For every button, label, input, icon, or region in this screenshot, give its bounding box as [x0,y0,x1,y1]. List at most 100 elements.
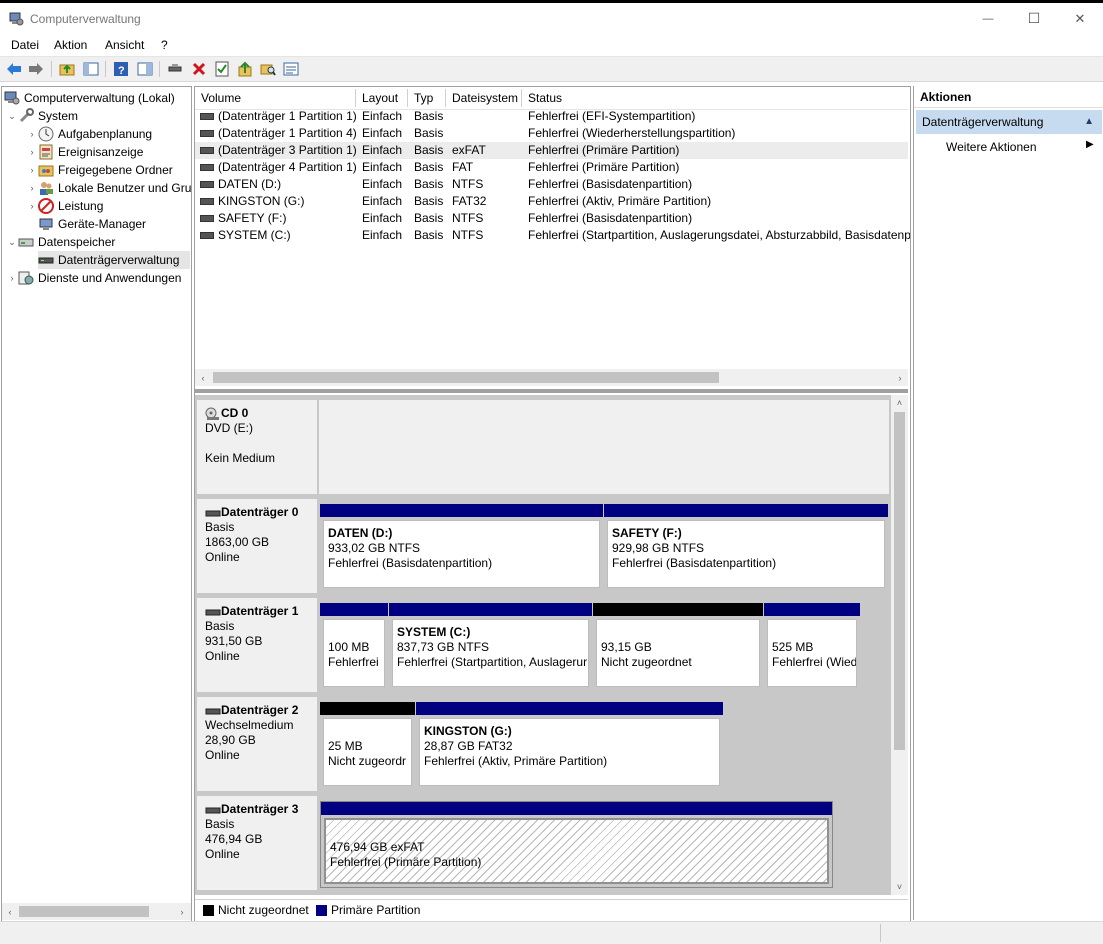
table-row[interactable]: SAFETY (F:) Einfach Basis NTFS Fehlerfrei (B… [195,210,908,227]
col-layout[interactable]: Layout [356,89,408,107]
disk-label-cd0[interactable]: CD 0 DVD (E:) Kein Medium [197,400,317,494]
table-row[interactable]: KINGSTON (G:) Einfach Basis FAT32 Fehlerfrei… [195,193,908,210]
chevron-right-icon[interactable]: › [6,273,18,283]
disk-label-0[interactable]: Datenträger 0 Basis 1863,00 GB Online [197,499,317,593]
partition-efi[interactable]: 100 MB Fehlerfrei [320,603,388,690]
search-folder-icon[interactable] [259,60,277,78]
menu-help[interactable]: ? [161,38,168,52]
table-row[interactable]: SYSTEM (C:) Einfach Basis NTFS Fehlerfrei (S… [195,227,910,244]
menu-ansicht[interactable]: Ansicht [105,38,144,52]
col-status[interactable]: Status [522,89,908,107]
forward-arrow-icon[interactable] [27,60,45,78]
cell-text: NTFS [452,177,484,191]
scroll-thumb[interactable] [213,372,719,383]
tree-item-services[interactable]: › Dienste und Anwendungen [6,269,182,287]
menu-datei[interactable]: Datei [11,38,39,52]
cell-text: SYSTEM (C:) [218,228,291,242]
tree-item-local-users[interactable]: › Lokale Benutzer und Gruppen [26,179,191,197]
cell-text: NTFS [452,211,484,225]
chevron-down-icon[interactable]: ⌄ [6,237,18,248]
maximize-button[interactable]: ☐ [1011,3,1057,34]
scroll-down-icon[interactable]: ˅ [891,879,908,895]
properties-pane-icon[interactable] [136,60,154,78]
col-volume[interactable]: Volume [195,89,356,107]
chevron-right-icon[interactable]: › [26,201,38,211]
partition-recovery[interactable]: 525 MB Fehlerfrei (Wied [764,603,860,690]
tree-item-task-scheduler[interactable]: › Aufgabenplanung [26,125,152,143]
cell-text: Basis [414,109,444,123]
partition-exfat[interactable]: 476,94 GB exFAT Fehlerfrei (Primäre Parti… [320,801,833,888]
submenu-arrow-icon[interactable]: ▶ [1086,139,1094,150]
scroll-thumb[interactable] [19,906,149,917]
splitter[interactable] [195,389,908,393]
show-hide-tree-icon[interactable] [82,60,100,78]
disk-label-3[interactable]: Datenträger 3 Basis 476,94 GB Online [197,796,317,890]
scroll-up-icon[interactable]: ˄ [891,395,908,411]
scroll-left-icon[interactable]: ‹ [2,903,18,920]
connect-drive-icon[interactable] [166,60,184,78]
disk-body-cd0[interactable] [319,400,889,494]
table-row[interactable]: DATEN (D:) Einfach Basis NTFS Fehlerfrei (Ba… [195,176,908,193]
partition-system[interactable]: SYSTEM (C:) 837,73 GB NTFS Fehlerfrei (Sta… [389,603,592,690]
table-row[interactable]: (Datenträger 1 Partition 1) Einfach Basis F… [195,108,908,125]
partition-unallocated-1[interactable]: 93,15 GB Nicht zugeordnet [593,603,763,690]
scroll-right-icon[interactable]: › [174,903,190,920]
tree-item-storage[interactable]: ⌄ Datenspeicher [6,233,115,251]
back-arrow-icon[interactable] [5,60,23,78]
partition-unallocated-2[interactable]: 25 MB Nicht zugeordr [320,702,415,789]
col-type[interactable]: Typ [408,89,446,107]
partition-safety[interactable]: SAFETY (F:) 929,98 GB NTFS Fehlerfrei (Bas… [604,504,888,591]
up-folder-icon[interactable] [58,60,76,78]
chevron-down-icon[interactable]: ⌄ [6,111,18,122]
col-filesystem[interactable]: Dateisystem [446,89,522,107]
partition-status: Fehlerfrei (Aktiv, Primäre Partition) [424,754,608,768]
chevron-right-icon[interactable]: › [26,183,38,193]
cell-text: Basis [414,177,444,191]
tree-item-root[interactable]: Computerverwaltung (Lokal) [4,89,175,107]
scroll-right-icon[interactable]: › [892,369,908,386]
disk-drive-icon [205,708,221,714]
partition-kingston[interactable]: KINGSTON (G:) 28,87 GB FAT32 Fehlerfrei (A… [416,702,723,789]
tree-label-services: Dienste und Anwendungen [38,271,182,285]
collapse-up-icon[interactable]: ▲ [1084,110,1094,134]
tree-item-device-manager[interactable]: Geräte-Manager [38,215,146,233]
actions-section-disk-management[interactable]: Datenträgerverwaltung ▲ [916,110,1102,134]
users-icon [40,182,53,195]
disk-vertical-scrollbar[interactable]: ˄ ˅ [891,395,908,895]
tree-horizontal-scrollbar[interactable]: ‹ › [2,903,191,920]
menu-aktion[interactable]: Aktion [54,38,87,52]
tree-item-shared-folders[interactable]: › Freigegebene Ordner [26,161,173,179]
help-icon[interactable]: ? [112,60,130,78]
cell-text: Basis [414,126,444,140]
close-button[interactable]: ✕ [1057,3,1103,34]
table-row[interactable]: (Datenträger 4 Partition 1) Einfach Basis F… [195,159,908,176]
tree-item-system[interactable]: ⌄ System [6,107,78,125]
scroll-left-icon[interactable]: ‹ [195,369,211,386]
cell-text: Einfach [362,211,403,225]
view-details-icon[interactable] [282,60,300,78]
list-horizontal-scrollbar[interactable]: ‹ › [195,369,908,386]
tree-item-performance[interactable]: › Leistung [26,197,103,215]
chevron-right-icon[interactable]: › [26,165,38,175]
chevron-right-icon[interactable]: › [26,129,38,139]
disk-label-2[interactable]: Datenträger 2 Wechselmedium 28,90 GB Onl… [197,697,317,791]
partition-daten[interactable]: DATEN (D:) 933,02 GB NTFS Fehlerfrei (Basi… [320,504,603,591]
checklist-icon[interactable] [213,60,231,78]
tree-item-event-viewer[interactable]: › Ereignisanzeige [26,143,143,161]
scroll-thumb[interactable] [894,412,905,750]
table-row[interactable]: (Datenträger 3 Partition 1) Einfach Basis e… [195,142,908,159]
minimize-button[interactable]: — [965,3,1011,34]
cell-text: Einfach [362,160,403,174]
chevron-right-icon[interactable]: › [26,147,38,157]
title-bar[interactable]: Computerverwaltung — ☐ ✕ [0,3,1103,34]
table-row[interactable]: (Datenträger 1 Partition 4) Einfach Basis F… [195,125,908,142]
export-up-icon[interactable] [236,60,254,78]
cell-text: exFAT [452,143,486,157]
table-cell: Einfach [362,193,412,210]
more-actions-item[interactable]: Weitere Aktionen [946,138,1037,156]
tree-item-disk-management[interactable]: Datenträgerverwaltung [38,251,190,269]
window-title: Computerverwaltung [30,12,141,26]
table-cell: exFAT [452,142,526,159]
delete-icon[interactable] [190,60,208,78]
disk-label-1[interactable]: Datenträger 1 Basis 931,50 GB Online [197,598,317,692]
